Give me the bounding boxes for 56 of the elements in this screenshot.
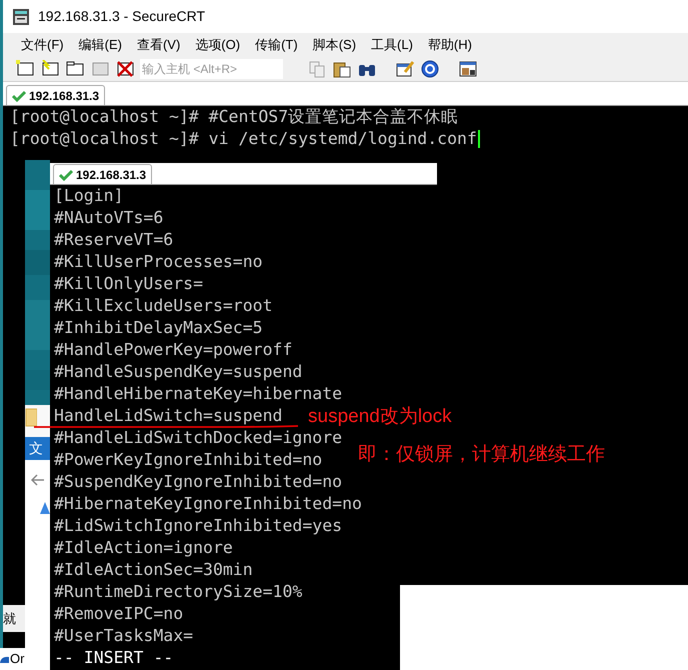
config-line: #RemoveIPC=no bbox=[54, 604, 184, 623]
config-line: #HandleHibernateKey=hibernate bbox=[54, 384, 342, 403]
check-icon bbox=[59, 168, 73, 180]
window-title: 192.168.31.3 - SecureCRT bbox=[38, 7, 206, 26]
menu-item[interactable]: 脚本(S) bbox=[306, 35, 364, 55]
annotation-text: 即：仅锁屏，计算机继续工作 bbox=[358, 443, 605, 467]
connect-icon[interactable] bbox=[15, 60, 35, 78]
config-line: #IdleAction=ignore bbox=[54, 538, 233, 557]
disconnect-icon[interactable] bbox=[115, 60, 135, 78]
config-line: #PowerKeyIgnoreInhibited=no bbox=[54, 450, 322, 469]
config-line: #NAutoVTs=6 bbox=[54, 208, 164, 227]
menu-item[interactable]: 文件(F) bbox=[14, 35, 71, 55]
editor-mode-line: -- INSERT -- bbox=[54, 648, 174, 667]
config-line: #SuspendKeyIgnoreInhibited=no bbox=[54, 472, 342, 491]
settings-icon[interactable] bbox=[395, 60, 415, 78]
menu-item[interactable]: 工具(L) bbox=[364, 35, 420, 55]
menu-item[interactable]: 选项(O) bbox=[188, 35, 248, 55]
config-line: #HandleLidSwitchDocked=ignore bbox=[54, 428, 342, 447]
terminal-line: [root@localhost ~]# vi /etc/systemd/logind.conf bbox=[10, 128, 477, 150]
config-line: #HibernateKeyIgnoreInhibited=no bbox=[54, 494, 362, 513]
paste-icon[interactable] bbox=[332, 60, 352, 78]
session-tab[interactable]: 192.168.31.3 bbox=[6, 85, 106, 105]
status-fragment: 就 bbox=[3, 611, 16, 626]
folder-icon bbox=[25, 407, 37, 427]
lock-window-icon[interactable] bbox=[458, 60, 478, 78]
quick-connect-icon[interactable] bbox=[40, 60, 60, 78]
config-line: #KillUserProcesses=no bbox=[54, 252, 263, 271]
config-line: #RuntimeDirectorySize=10% bbox=[54, 582, 302, 601]
tab-icon[interactable] bbox=[65, 60, 85, 78]
config-line: #KillExcludeUsers=root bbox=[54, 296, 273, 315]
cursor-icon bbox=[478, 130, 480, 148]
check-icon bbox=[12, 90, 26, 102]
host-input-field[interactable]: 输入主机 <Alt+R> bbox=[140, 59, 283, 79]
config-line: HandleLidSwitch=suspend bbox=[54, 406, 282, 425]
config-line: #KillOnlyUsers= bbox=[54, 274, 204, 293]
terminal-line: [root@localhost ~]# #CentOS7设置笔记本合盖不休眠 bbox=[10, 106, 458, 128]
menu-item[interactable]: 帮助(H) bbox=[420, 35, 479, 55]
taskbar-fragment: Or bbox=[10, 650, 24, 668]
config-line: #InhibitDelayMaxSec=5 bbox=[54, 318, 263, 337]
back-arrow-icon bbox=[31, 474, 45, 486]
cloud-icon bbox=[0, 655, 9, 663]
config-line: #IdleActionSec=30min bbox=[54, 560, 253, 579]
config-line: #UserTasksMax= bbox=[54, 626, 194, 645]
config-line: #ReserveVT=6 bbox=[54, 230, 174, 249]
menu-item[interactable]: 编辑(E) bbox=[72, 35, 129, 55]
help-icon[interactable] bbox=[420, 60, 440, 78]
config-line: #HandleSuspendKey=suspend bbox=[54, 362, 302, 381]
annotation-text: suspend改为lock bbox=[308, 405, 452, 429]
config-line: #HandlePowerKey=poweroff bbox=[54, 340, 292, 359]
menu-item[interactable]: 传输(T) bbox=[248, 35, 305, 55]
menu-fragment: 文 bbox=[28, 440, 43, 456]
config-line: [Login] bbox=[54, 186, 124, 205]
app-icon bbox=[12, 8, 30, 26]
config-line: #LidSwitchIgnoreInhibited=yes bbox=[54, 516, 342, 535]
menu-item[interactable]: 查看(V) bbox=[130, 35, 188, 55]
session-tab[interactable]: 192.168.31.3 bbox=[53, 164, 152, 184]
